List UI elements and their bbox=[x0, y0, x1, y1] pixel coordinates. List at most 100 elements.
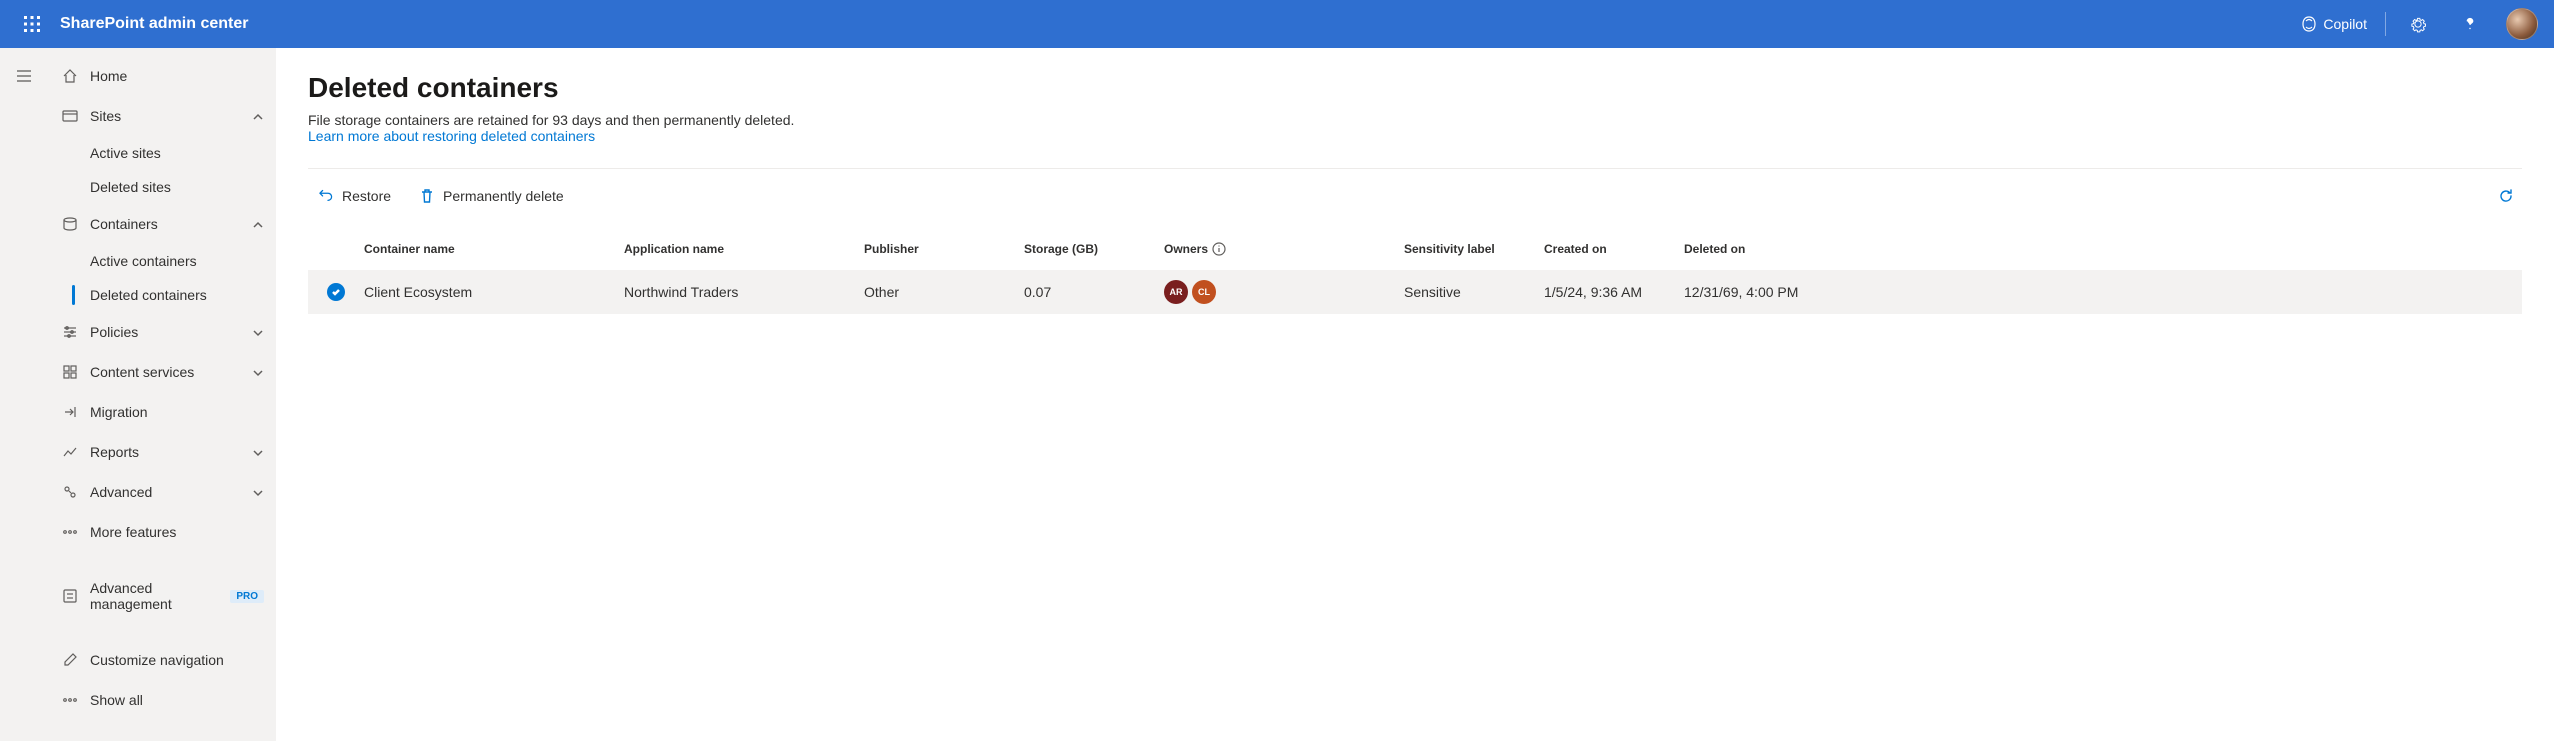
page-title: Deleted containers bbox=[308, 72, 2522, 104]
nav-content-services[interactable]: Content services bbox=[48, 352, 276, 392]
waffle-icon bbox=[24, 16, 40, 32]
app-header: SharePoint admin center Copilot bbox=[0, 0, 2554, 48]
nav-label: Advanced bbox=[90, 484, 252, 500]
nav-active-containers[interactable]: Active containers bbox=[48, 244, 276, 278]
owner-avatar[interactable]: CL bbox=[1192, 280, 1216, 304]
nav-label: Containers bbox=[90, 216, 252, 232]
nav-sub-label: Active sites bbox=[90, 145, 161, 161]
help-icon bbox=[2461, 15, 2479, 33]
user-avatar[interactable] bbox=[2506, 8, 2538, 40]
cell-storage: 0.07 bbox=[1024, 284, 1164, 300]
left-nav: Home Sites Active sites Deleted sites Co… bbox=[48, 48, 276, 741]
nav-collapse-column bbox=[0, 48, 48, 741]
settings-button[interactable] bbox=[2394, 0, 2442, 48]
pro-badge: PRO bbox=[230, 590, 264, 603]
chevron-down-icon bbox=[252, 366, 264, 378]
edit-icon bbox=[62, 652, 78, 668]
copilot-icon bbox=[2301, 16, 2317, 32]
advanced-mgmt-icon bbox=[62, 588, 78, 604]
nav-policies[interactable]: Policies bbox=[48, 312, 276, 352]
nav-active-sites[interactable]: Active sites bbox=[48, 136, 276, 170]
copilot-label: Copilot bbox=[2323, 16, 2367, 32]
help-button[interactable] bbox=[2446, 0, 2494, 48]
chevron-down-icon bbox=[252, 486, 264, 498]
nav-customize[interactable]: Customize navigation bbox=[48, 640, 276, 680]
nav-label: Content services bbox=[90, 364, 252, 380]
table-row[interactable]: Client EcosystemNorthwind TradersOther0.… bbox=[308, 270, 2522, 314]
cell-publisher: Other bbox=[864, 284, 1024, 300]
refresh-button[interactable] bbox=[2490, 180, 2522, 212]
col-container-name[interactable]: Container name bbox=[364, 242, 624, 256]
containers-table: Container name Application name Publishe… bbox=[308, 228, 2522, 314]
cell-created-on: 1/5/24, 9:36 AM bbox=[1544, 284, 1684, 300]
col-created[interactable]: Created on bbox=[1544, 242, 1684, 256]
advanced-icon bbox=[62, 484, 78, 500]
nav-sub-label: Active containers bbox=[90, 253, 197, 269]
cell-owners: ARCL bbox=[1164, 280, 1404, 304]
app-launcher-button[interactable] bbox=[8, 0, 56, 48]
hamburger-icon bbox=[16, 68, 32, 84]
nav-containers[interactable]: Containers bbox=[48, 204, 276, 244]
col-deleted[interactable]: Deleted on bbox=[1684, 242, 2522, 256]
trash-icon bbox=[419, 188, 435, 204]
col-owners-label: Owners bbox=[1164, 242, 1208, 256]
page-description-block: File storage containers are retained for… bbox=[308, 112, 2522, 144]
nav-label: Sites bbox=[90, 108, 252, 124]
col-sensitivity[interactable]: Sensitivity label bbox=[1404, 242, 1544, 256]
learn-more-link[interactable]: Learn more about restoring deleted conta… bbox=[308, 128, 595, 144]
chevron-down-icon bbox=[252, 326, 264, 338]
chevron-up-icon bbox=[252, 110, 264, 122]
info-icon[interactable] bbox=[1212, 242, 1226, 256]
nav-label: More features bbox=[90, 524, 264, 540]
nav-label: Policies bbox=[90, 324, 252, 340]
more-icon bbox=[62, 524, 78, 540]
col-publisher[interactable]: Publisher bbox=[864, 242, 1024, 256]
nav-label: Migration bbox=[90, 404, 264, 420]
nav-show-all[interactable]: Show all bbox=[48, 680, 276, 720]
owner-avatar[interactable]: AR bbox=[1164, 280, 1188, 304]
header-title: SharePoint admin center bbox=[60, 15, 249, 33]
reports-icon bbox=[62, 444, 78, 460]
copilot-button[interactable]: Copilot bbox=[2291, 10, 2377, 38]
nav-label: Advanced management bbox=[90, 580, 222, 612]
restore-button[interactable]: Restore bbox=[308, 182, 401, 210]
home-icon bbox=[62, 68, 78, 84]
nav-more-features[interactable]: More features bbox=[48, 512, 276, 552]
check-icon bbox=[327, 283, 345, 301]
table-header-row: Container name Application name Publishe… bbox=[308, 228, 2522, 270]
nav-deleted-containers[interactable]: Deleted containers bbox=[48, 278, 276, 312]
nav-home[interactable]: Home bbox=[48, 56, 276, 96]
undo-icon bbox=[318, 188, 334, 204]
nav-deleted-sites[interactable]: Deleted sites bbox=[48, 170, 276, 204]
gear-icon bbox=[2409, 15, 2427, 33]
nav-label: Home bbox=[90, 68, 264, 84]
cell-deleted-on: 12/31/69, 4:00 PM bbox=[1684, 284, 2522, 300]
nav-advanced-management[interactable]: Advanced management PRO bbox=[48, 576, 276, 616]
command-bar: Restore Permanently delete bbox=[308, 168, 2522, 212]
nav-migration[interactable]: Migration bbox=[48, 392, 276, 432]
show-all-icon bbox=[62, 692, 78, 708]
chevron-up-icon bbox=[252, 218, 264, 230]
cell-container-name: Client Ecosystem bbox=[364, 284, 624, 300]
nav-advanced[interactable]: Advanced bbox=[48, 472, 276, 512]
nav-label: Customize navigation bbox=[90, 652, 264, 668]
permanently-delete-button[interactable]: Permanently delete bbox=[409, 182, 574, 210]
col-owners[interactable]: Owners bbox=[1164, 242, 1404, 256]
col-application-name[interactable]: Application name bbox=[624, 242, 864, 256]
nav-reports[interactable]: Reports bbox=[48, 432, 276, 472]
header-divider bbox=[2385, 12, 2386, 36]
col-storage[interactable]: Storage (GB) bbox=[1024, 242, 1164, 256]
nav-label: Reports bbox=[90, 444, 252, 460]
refresh-icon bbox=[2498, 188, 2514, 204]
containers-icon bbox=[62, 216, 78, 232]
nav-sites[interactable]: Sites bbox=[48, 96, 276, 136]
chevron-down-icon bbox=[252, 446, 264, 458]
content-services-icon bbox=[62, 364, 78, 380]
nav-label: Show all bbox=[90, 692, 264, 708]
cell-application-name: Northwind Traders bbox=[624, 284, 864, 300]
row-select[interactable] bbox=[308, 283, 364, 301]
page-description: File storage containers are retained for… bbox=[308, 112, 794, 128]
nav-sub-label: Deleted containers bbox=[90, 287, 207, 303]
nav-toggle-button[interactable] bbox=[8, 60, 40, 92]
policies-icon bbox=[62, 324, 78, 340]
